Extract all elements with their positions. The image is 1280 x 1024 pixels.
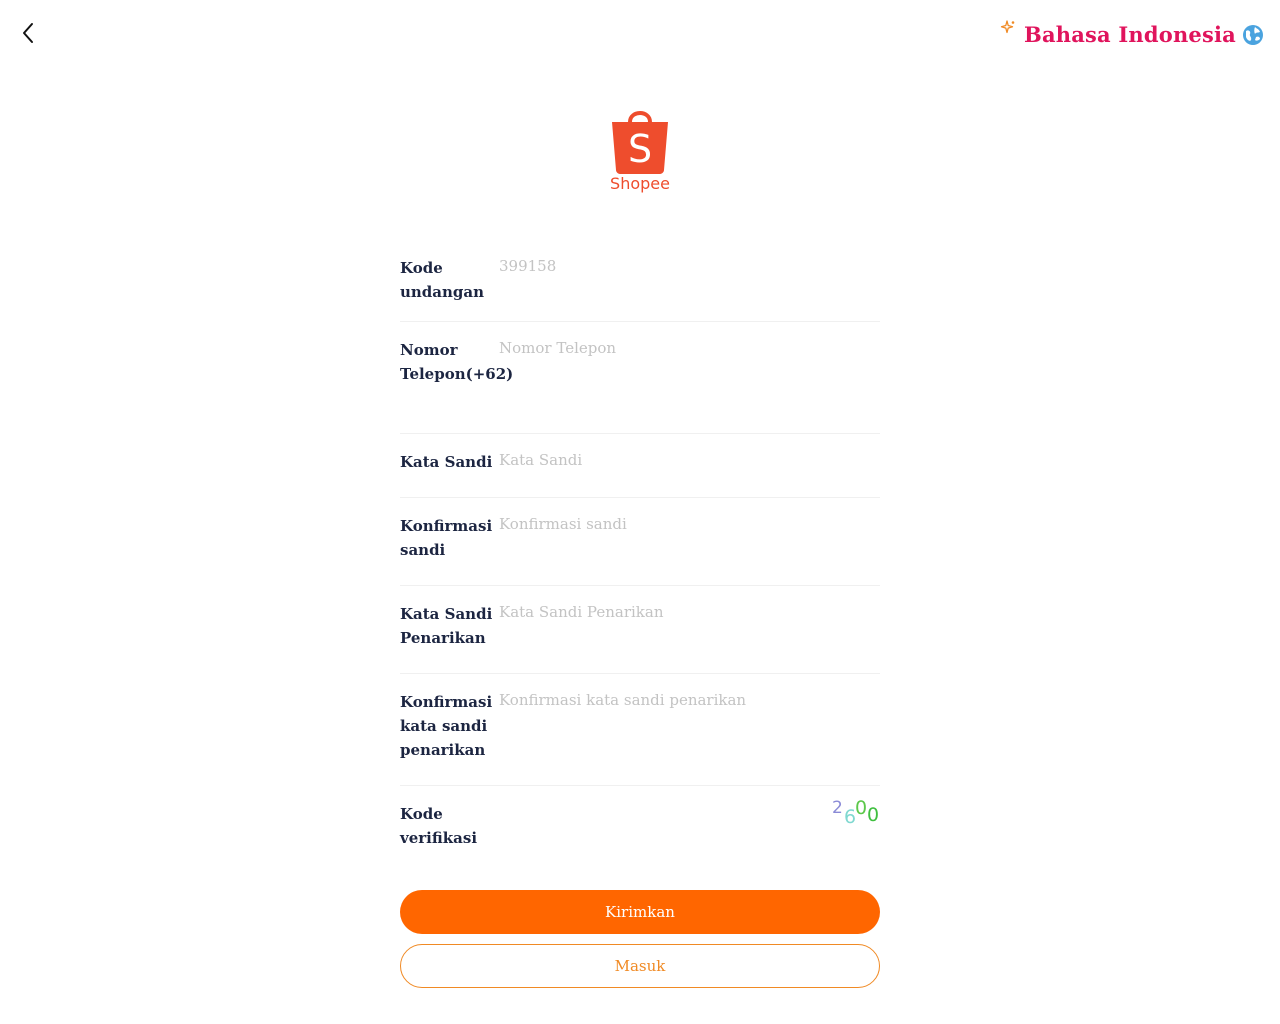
- top-bar: Bahasa Indonesia: [0, 0, 1280, 66]
- brand-name: Shopee: [610, 174, 670, 193]
- captcha-image[interactable]: 2 6 0 0: [830, 797, 880, 830]
- password-label: Kata Sandi: [400, 453, 493, 471]
- back-button[interactable]: [14, 18, 42, 48]
- invite-code-row: Kode undangan: [400, 240, 880, 322]
- login-button[interactable]: Masuk: [400, 944, 880, 988]
- register-form: Kode undangan Nomor Telepon(+62) Kata Sa…: [400, 240, 880, 866]
- confirm-password-input[interactable]: [499, 514, 880, 534]
- verification-row: Kode verifikasi 2 6 0 0: [400, 786, 880, 866]
- invite-code-input[interactable]: [499, 256, 880, 276]
- withdraw-password-label: Kata Sandi Penarikan: [400, 605, 493, 647]
- confirm-withdraw-password-input[interactable]: [499, 690, 880, 710]
- confirm-password-row: Konfirmasi sandi: [400, 498, 880, 586]
- language-selector[interactable]: Bahasa Indonesia: [1000, 18, 1264, 50]
- globe-icon: [1243, 25, 1263, 45]
- captcha-char: 2: [832, 798, 843, 818]
- captcha-char: 0: [867, 804, 880, 826]
- confirm-withdraw-password-row: Konfirmasi kata sandi penarikan: [400, 674, 880, 786]
- shopee-logo: S Shopee: [604, 104, 676, 200]
- chevron-left-icon: [23, 23, 33, 43]
- phone-input[interactable]: [499, 338, 880, 358]
- invite-code-label: Kode undangan: [400, 259, 485, 301]
- captcha-char: 0: [855, 797, 868, 819]
- withdraw-password-row: Kata Sandi Penarikan: [400, 586, 880, 674]
- password-input[interactable]: [499, 450, 880, 470]
- confirm-withdraw-password-label: Konfirmasi kata sandi penarikan: [400, 693, 493, 759]
- phone-row: Nomor Telepon(+62): [400, 322, 880, 434]
- phone-label: Nomor Telepon(+62): [400, 341, 514, 383]
- confirm-password-label: Konfirmasi sandi: [400, 517, 493, 559]
- withdraw-password-input[interactable]: [499, 602, 880, 622]
- sparkle-icon: [1000, 18, 1022, 50]
- verification-label: Kode verifikasi: [400, 805, 478, 847]
- shopping-bag-icon: S: [612, 111, 668, 174]
- language-label: Bahasa Indonesia: [1024, 21, 1236, 47]
- verification-input[interactable]: [499, 802, 880, 822]
- logo-letter: S: [628, 127, 652, 171]
- submit-button[interactable]: Kirimkan: [400, 890, 880, 934]
- password-row: Kata Sandi: [400, 434, 880, 498]
